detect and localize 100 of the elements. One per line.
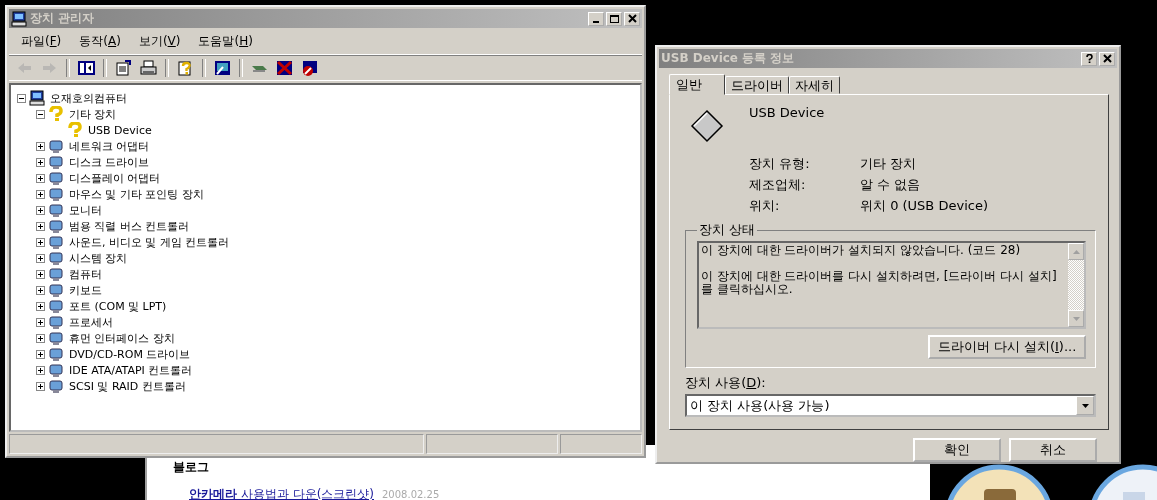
- field-value: 위치 0 (USB Device): [860, 197, 989, 215]
- field-value: 기타 장치: [860, 155, 918, 173]
- expand-icon[interactable]: [36, 157, 45, 167]
- expand-icon[interactable]: [36, 317, 45, 327]
- tree-item[interactable]: 시스템 장치: [67, 250, 130, 266]
- device-icon: [48, 362, 64, 378]
- usage-dropdown[interactable]: 이 장치 사용(사용 가능): [685, 394, 1096, 417]
- device-icon: [48, 186, 64, 202]
- expand-icon[interactable]: [36, 269, 45, 279]
- expand-icon[interactable]: [36, 381, 45, 391]
- reinstall-driver-button[interactable]: 드라이버 다시 설치(I)...: [928, 335, 1086, 359]
- down-arrow-icon: [1072, 316, 1080, 321]
- question-icon: [48, 106, 64, 122]
- expand-icon[interactable]: [36, 141, 45, 151]
- expand-icon[interactable]: [36, 221, 45, 231]
- expand-icon[interactable]: [36, 173, 45, 183]
- expand-icon[interactable]: [36, 301, 45, 311]
- close-button[interactable]: [624, 11, 640, 26]
- ok-button[interactable]: 확인: [913, 438, 1001, 462]
- tree-item[interactable]: 오재호의컴퓨터: [48, 90, 129, 106]
- cancel-button[interactable]: 취소: [1009, 438, 1097, 462]
- tree-item[interactable]: 휴먼 인터페이스 장치: [67, 330, 177, 346]
- maximize-button[interactable]: [606, 11, 622, 26]
- computer-icon: [11, 10, 27, 27]
- tree-item[interactable]: 포트 (COM 및 LPT): [67, 298, 169, 314]
- tree-item[interactable]: IDE ATA/ATAPI 컨트롤러: [67, 362, 195, 378]
- tab[interactable]: 일반: [669, 74, 725, 95]
- tab[interactable]: 드라이버: [725, 76, 789, 94]
- monitor-icon: [214, 60, 231, 76]
- tree-item[interactable]: 사운드, 비디오 및 게임 컨트롤러: [67, 234, 232, 250]
- tree-item[interactable]: 디스플레이 어댑터: [67, 170, 163, 186]
- diamond-icon: [690, 109, 724, 143]
- device-icon: [48, 218, 64, 234]
- window-title: 장치 관리자: [30, 10, 96, 27]
- scroll-up-button[interactable]: [1068, 243, 1084, 260]
- minimize-button[interactable]: [588, 11, 604, 26]
- question-icon: [177, 60, 194, 76]
- collapse-icon[interactable]: [36, 109, 45, 119]
- tree-item[interactable]: 네트워크 어댑터: [67, 138, 152, 154]
- collapse-icon[interactable]: [17, 93, 26, 103]
- menu-item[interactable]: 보기(V): [132, 31, 187, 51]
- help-icon: [1083, 54, 1095, 63]
- device-icon: [48, 282, 64, 298]
- expand-icon[interactable]: [36, 285, 45, 295]
- tree-item[interactable]: DVD/CD-ROM 드라이브: [67, 346, 193, 362]
- device-icon: [48, 298, 64, 314]
- panel-icon: [78, 60, 95, 76]
- scrollbar[interactable]: [1068, 243, 1084, 327]
- expand-icon[interactable]: [36, 333, 45, 343]
- window-title: USB Device 등록 정보: [661, 50, 796, 67]
- expand-icon[interactable]: [36, 189, 45, 199]
- group-title: 장치 상태: [698, 221, 757, 239]
- document-icon: [115, 60, 132, 76]
- close-icon: [626, 14, 638, 23]
- menu-item[interactable]: 도움말(H): [192, 31, 259, 51]
- expand-icon[interactable]: [36, 253, 45, 263]
- back-arrow-icon: [16, 60, 33, 76]
- tree-item[interactable]: 컴퓨터: [67, 266, 104, 282]
- status-message: 이 장치에 대한 드라이버를 다시 설치하려면, [드라이버 다시 설치]를 클릭하십시오.: [701, 270, 1058, 296]
- maximize-icon: [608, 14, 620, 23]
- forward-arrow-icon: [41, 60, 58, 76]
- tree-item[interactable]: 범용 직렬 버스 컨트롤러: [67, 218, 192, 234]
- tree-item[interactable]: 프로세서: [67, 314, 115, 330]
- expand-icon[interactable]: [36, 349, 45, 359]
- device-icon: [48, 154, 64, 170]
- close-button[interactable]: [1099, 51, 1115, 66]
- block-icon: [301, 60, 318, 76]
- tree-item[interactable]: 키보드: [67, 282, 104, 298]
- printer-icon: [140, 60, 157, 76]
- post-date: 2008.02.25: [382, 489, 440, 500]
- device-icon: [48, 266, 64, 282]
- field-label: 제조업체:: [749, 176, 807, 194]
- computer-icon: [29, 90, 45, 106]
- field-label: 위치:: [749, 197, 781, 215]
- tree-item[interactable]: 디스크 드라이브: [67, 154, 152, 170]
- device-icon: [48, 330, 64, 346]
- tree-item[interactable]: USB Device: [86, 123, 154, 137]
- device-icon: [48, 250, 64, 266]
- expand-icon[interactable]: [36, 205, 45, 215]
- tree-item[interactable]: 마우스 및 기타 포인팅 장치: [67, 186, 206, 202]
- device-icon: [48, 138, 64, 154]
- up-arrow-icon: [1072, 249, 1080, 254]
- device-icon: [48, 234, 64, 250]
- menu-item[interactable]: 파일(F): [15, 31, 68, 51]
- tab[interactable]: 자세히: [789, 76, 840, 94]
- close-icon: [1101, 54, 1113, 63]
- device-icon: [48, 202, 64, 218]
- device-name: USB Device: [749, 105, 825, 120]
- menu-item[interactable]: 동작(A): [73, 31, 127, 51]
- expand-icon[interactable]: [36, 237, 45, 247]
- device-icon: [48, 378, 64, 394]
- tree-item[interactable]: 기타 장치: [67, 106, 119, 122]
- scroll-down-button[interactable]: [1068, 310, 1084, 327]
- tree-item[interactable]: SCSI 및 RAID 컨트롤러: [67, 378, 188, 394]
- help-button[interactable]: [1081, 51, 1097, 66]
- tree-item[interactable]: 모니터: [67, 202, 104, 218]
- expand-icon[interactable]: [36, 365, 45, 375]
- status-message: 이 장치에 대한 드라이버가 설치되지 않았습니다. (코드 28): [701, 244, 1022, 257]
- post-link[interactable]: 안카메라 사용법과 다운(스크린샷): [189, 486, 374, 500]
- field-value: 알 수 없음: [860, 176, 922, 194]
